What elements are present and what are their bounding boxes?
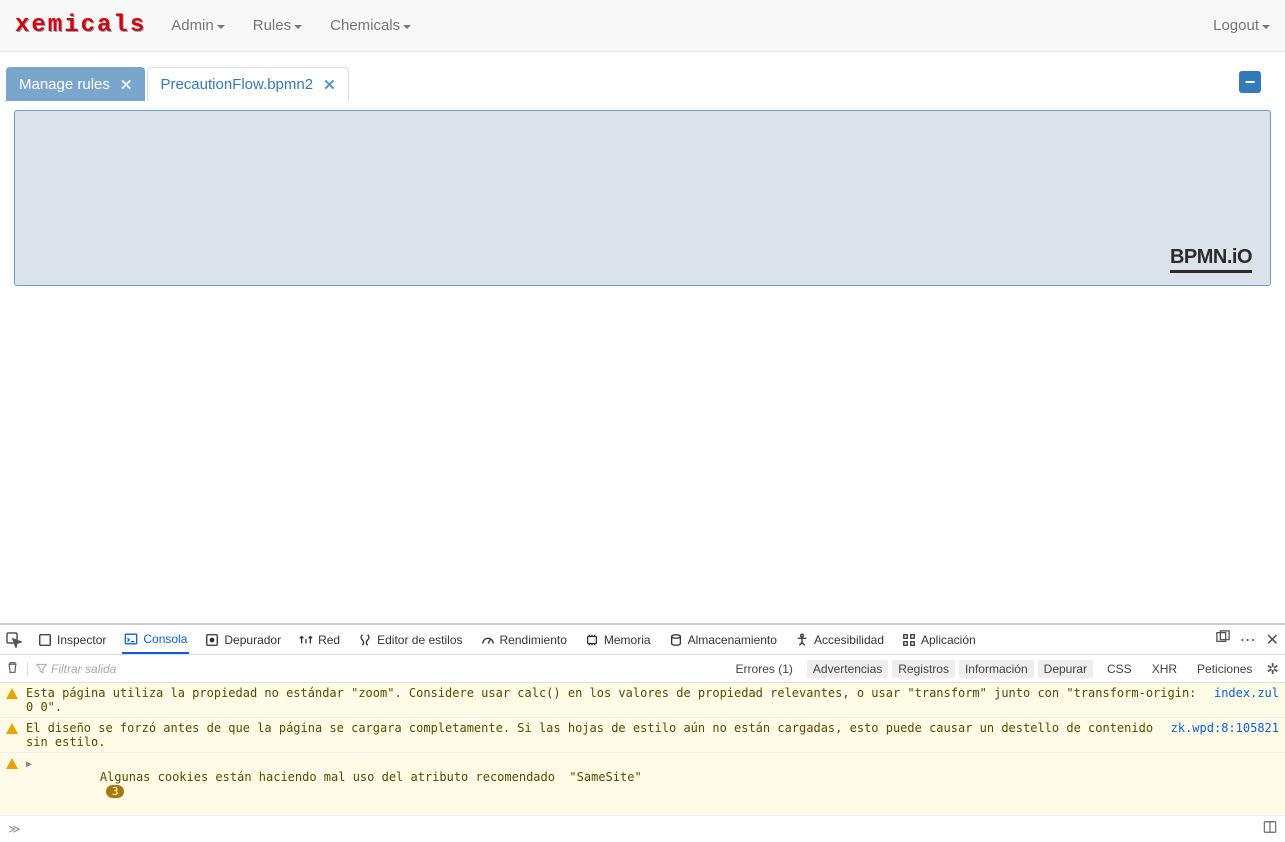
collapse-button[interactable]: − <box>1239 71 1261 93</box>
dt-perf-label: Rendimiento <box>500 633 567 647</box>
devtools-tab-memory[interactable]: Memoria <box>583 625 653 654</box>
source-link[interactable]: zk.wpd:8:105821 <box>1171 721 1279 735</box>
close-icon[interactable]: ✕ <box>323 76 336 94</box>
console-prompt-row[interactable]: ≫ <box>0 816 1285 842</box>
console-text: Algunas cookies están haciendo mal uso d… <box>42 756 1279 812</box>
dt-debugger-label: Depurador <box>224 633 281 647</box>
nav-menu: Admin Rules Chemicals <box>171 17 411 34</box>
devtools: Inspector Consola Depurador Red Editor d… <box>0 623 1285 842</box>
sidebar-toggle-icon[interactable] <box>1263 820 1277 838</box>
dt-styles-label: Editor de estilos <box>377 633 462 647</box>
console-text: El diseño se forzó antes de que la págin… <box>26 721 1163 749</box>
devtools-tab-debugger[interactable]: Depurador <box>203 625 283 654</box>
dt-console-label: Consola <box>143 632 187 646</box>
dt-storage-label: Almacenamiento <box>688 633 777 647</box>
close-devtools-icon[interactable]: ✕ <box>1266 630 1279 650</box>
nav-chemicals[interactable]: Chemicals <box>330 17 411 34</box>
devtools-tab-performance[interactable]: Rendimiento <box>479 625 569 654</box>
devtools-toolbar-right: ⋯ ✕ <box>1216 630 1279 650</box>
element-picker-icon[interactable] <box>6 632 22 648</box>
dt-network-label: Red <box>318 633 340 647</box>
caret-icon <box>403 25 411 29</box>
nav-rules[interactable]: Rules <box>253 17 302 34</box>
tab-manage-rules[interactable]: Manage rules ✕ <box>6 67 145 101</box>
filter-xhr[interactable]: XHR <box>1146 660 1183 678</box>
content-area: BPMN.iO <box>0 100 1285 296</box>
tab-file-label: PrecautionFlow.bpmn2 <box>160 76 313 93</box>
tab-manage-label: Manage rules <box>19 76 110 93</box>
nav-logout[interactable]: Logout <box>1213 17 1270 34</box>
filter-css[interactable]: CSS <box>1101 660 1138 678</box>
count-badge: 3 <box>106 785 125 798</box>
filter-debug[interactable]: Depurar <box>1038 660 1093 678</box>
filter-level-group: Advertencias Registros Información Depur… <box>807 660 1093 678</box>
filter-icon <box>36 663 47 674</box>
console-output: Esta página utiliza la propiedad no está… <box>0 683 1285 816</box>
brand-logo[interactable]: xemicals <box>15 12 146 39</box>
filter-wrap <box>27 662 171 676</box>
source-link[interactable]: index.zul <box>1214 686 1279 700</box>
console-text-inner: Algunas cookies están haciendo mal uso d… <box>100 770 642 784</box>
dt-inspector-label: Inspector <box>57 633 106 647</box>
filter-errors[interactable]: Errores (1) <box>730 660 799 678</box>
nav-admin[interactable]: Admin <box>171 17 225 34</box>
dt-app-label: Aplicación <box>921 633 976 647</box>
devtools-tab-style-editor[interactable]: Editor de estilos <box>356 625 464 654</box>
expand-icon[interactable]: ▶ <box>26 759 32 770</box>
more-icon[interactable]: ⋯ <box>1240 630 1256 650</box>
nav-admin-label: Admin <box>171 17 214 34</box>
tabbar: Manage rules ✕ PrecautionFlow.bpmn2 ✕ − <box>0 52 1285 100</box>
filter-warnings[interactable]: Advertencias <box>807 660 888 678</box>
warning-icon <box>6 688 18 699</box>
warning-icon <box>6 723 18 734</box>
devtools-tab-inspector[interactable]: Inspector <box>36 625 108 654</box>
devtools-tabs: Inspector Consola Depurador Red Editor d… <box>0 625 1285 655</box>
warning-icon <box>6 758 18 769</box>
devtools-tab-network[interactable]: Red <box>297 625 342 654</box>
console-filter-bar: Errores (1) Advertencias Registros Infor… <box>0 655 1285 683</box>
clear-console-icon[interactable] <box>6 661 19 677</box>
console-message[interactable]: Esta página utiliza la propiedad no está… <box>0 683 1285 718</box>
devtools-tab-accessibility[interactable]: Accesibilidad <box>793 625 886 654</box>
filter-input[interactable] <box>51 662 171 676</box>
caret-icon <box>1262 25 1270 29</box>
devtools-tab-console[interactable]: Consola <box>122 625 189 654</box>
close-icon[interactable]: ✕ <box>120 76 133 94</box>
devtools-tab-storage[interactable]: Almacenamiento <box>667 625 779 654</box>
whitespace <box>0 296 1285 623</box>
caret-icon <box>294 25 302 29</box>
caret-icon <box>217 25 225 29</box>
dt-a11y-label: Accesibilidad <box>814 633 884 647</box>
settings-icon[interactable]: ✲ <box>1266 660 1279 678</box>
devtools-tab-application[interactable]: Aplicación <box>900 625 978 654</box>
dock-icon[interactable] <box>1216 630 1230 649</box>
tab-precautionflow[interactable]: PrecautionFlow.bpmn2 ✕ <box>147 67 348 101</box>
bpmn-canvas[interactable]: BPMN.iO <box>14 110 1271 286</box>
console-prompt-icon: ≫ <box>8 822 21 836</box>
console-message[interactable]: ▶ Algunas cookies están haciendo mal uso… <box>0 753 1285 816</box>
filter-logs[interactable]: Registros <box>892 660 955 678</box>
console-message[interactable]: El diseño se forzó antes de que la págin… <box>0 718 1285 753</box>
nav-logout-label: Logout <box>1213 17 1259 34</box>
bpmn-io-logo[interactable]: BPMN.iO <box>1170 246 1252 273</box>
filter-requests[interactable]: Peticiones <box>1191 660 1258 678</box>
filter-info[interactable]: Información <box>959 660 1034 678</box>
console-text: Esta página utiliza la propiedad no está… <box>26 686 1206 714</box>
nav-rules-label: Rules <box>253 17 291 34</box>
nav-chemicals-label: Chemicals <box>330 17 400 34</box>
dt-memory-label: Memoria <box>604 633 651 647</box>
navbar: xemicals Admin Rules Chemicals Logout <box>0 0 1285 52</box>
